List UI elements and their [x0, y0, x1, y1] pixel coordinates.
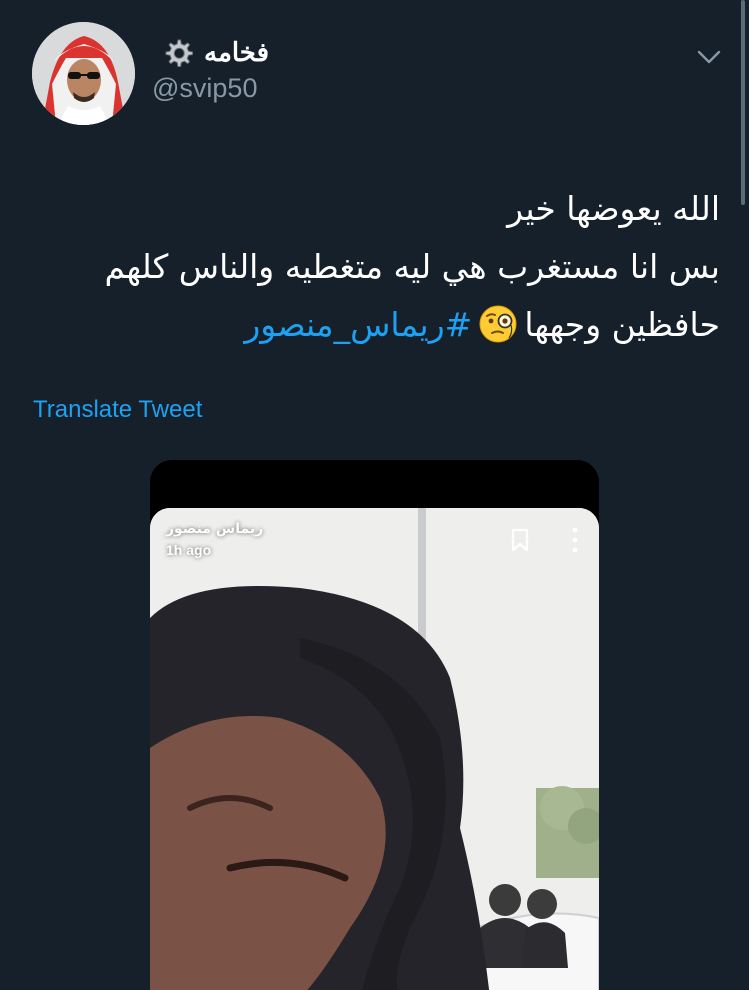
story-timestamp: 1h ago: [166, 542, 212, 558]
bookmark-icon: [511, 528, 529, 552]
author-name-row[interactable]: فخامه: [162, 34, 269, 72]
gear-icon: [165, 39, 193, 67]
chevron-down-icon[interactable]: [696, 44, 722, 70]
profile-avatar: [32, 22, 135, 125]
author-display-name[interactable]: فخامه: [204, 38, 269, 68]
author-handle[interactable]: @svip50: [152, 73, 257, 104]
tweet-text-line-3: حافظين وجهها #ريماس_منصور: [30, 296, 720, 354]
hashtag-link[interactable]: #ريماس_منصور: [244, 305, 472, 344]
avatar[interactable]: [32, 22, 135, 125]
tweet-media[interactable]: ريماس منصور 1h ago: [150, 460, 599, 990]
more-vertical-icon: [572, 527, 578, 553]
scrollbar[interactable]: [741, 0, 745, 205]
tweet-text-last: حافظين وجهها: [524, 305, 720, 344]
media-photo: [150, 508, 599, 990]
face-with-monocle-emoji: [479, 305, 517, 343]
tweet-text-line-2: بس انا مستغرب هي ليه متغطيه والناس كلهم: [104, 247, 720, 286]
story-username: ريماس منصور: [166, 521, 264, 537]
tweet-text-line-1: الله يعوضها خير: [507, 189, 720, 228]
translate-tweet-link[interactable]: Translate Tweet: [33, 396, 202, 424]
media-screenshot: ريماس منصور 1h ago: [150, 508, 599, 990]
tweet-text: الله يعوضها خير بس انا مستغرب هي ليه متغ…: [30, 180, 720, 354]
